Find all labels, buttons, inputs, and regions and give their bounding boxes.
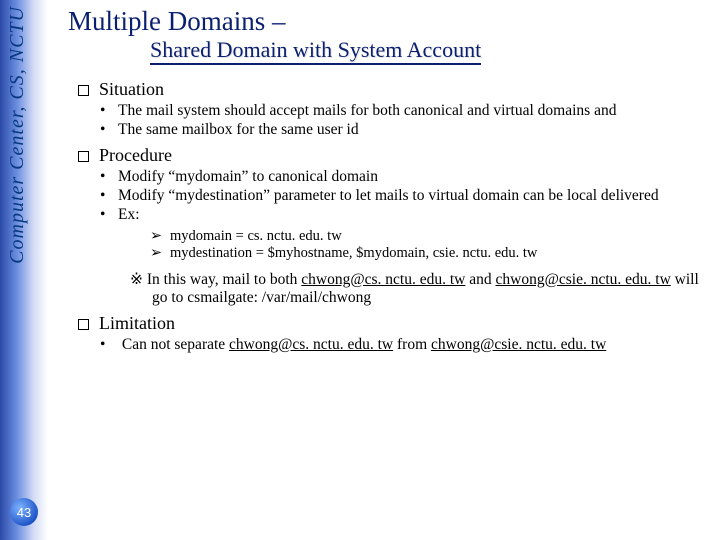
list-item: mydestination = $myhostname, $mydomain, …	[170, 245, 714, 262]
slide-subtitle: Shared Domain with System Account	[150, 37, 481, 65]
slide-content: Multiple Domains – Shared Domain with Sy…	[60, 0, 714, 358]
box-bullet-icon	[78, 85, 89, 96]
list-item: Ex:	[118, 206, 714, 224]
example-list: mydomain = cs. nctu. edu. tw mydestinati…	[170, 228, 714, 262]
situation-heading: Situation	[78, 79, 714, 100]
procedure-heading: Procedure	[78, 145, 714, 166]
limitation-heading: Limitation	[78, 313, 714, 334]
list-item: Modify “mydestination” parameter to let …	[118, 187, 714, 205]
note-prefix: ※ In this way, mail to both	[130, 271, 301, 288]
procedure-list: Modify “mydomain” to canonical domain Mo…	[118, 168, 714, 224]
note-line: ※ In this way, mail to both chwong@cs. n…	[130, 270, 714, 307]
list-item: mydomain = cs. nctu. edu. tw	[170, 228, 714, 245]
list-item: The mail system should accept mails for …	[118, 102, 714, 120]
note-mid: and	[465, 271, 495, 288]
sidebar-label: Computer Center, CS, NCTU	[6, 6, 29, 264]
limitation-mid: from	[393, 336, 431, 353]
situation-list: The mail system should accept mails for …	[118, 102, 714, 139]
box-bullet-icon	[78, 151, 89, 162]
slide-title: Multiple Domains –	[68, 6, 714, 37]
note-email-1: chwong@cs. nctu. edu. tw	[301, 271, 465, 288]
note-email-2: chwong@csie. nctu. edu. tw	[496, 271, 671, 288]
limitation-email-1: chwong@cs. nctu. edu. tw	[229, 336, 393, 353]
limitation-list: Can not separate chwong@cs. nctu. edu. t…	[118, 336, 714, 354]
situation-heading-text: Situation	[99, 79, 164, 99]
box-bullet-icon	[78, 319, 89, 330]
sidebar-gradient: Computer Center, CS, NCTU	[0, 0, 48, 540]
list-item: Modify “mydomain” to canonical domain	[118, 168, 714, 186]
limitation-prefix: Can not separate	[122, 336, 229, 353]
procedure-heading-text: Procedure	[99, 145, 172, 165]
limitation-heading-text: Limitation	[99, 313, 175, 333]
list-item: Can not separate chwong@cs. nctu. edu. t…	[118, 336, 714, 354]
page-number-badge: 43	[10, 498, 38, 526]
limitation-email-2: chwong@csie. nctu. edu. tw	[431, 336, 606, 353]
list-item: The same mailbox for the same user id	[118, 121, 714, 139]
